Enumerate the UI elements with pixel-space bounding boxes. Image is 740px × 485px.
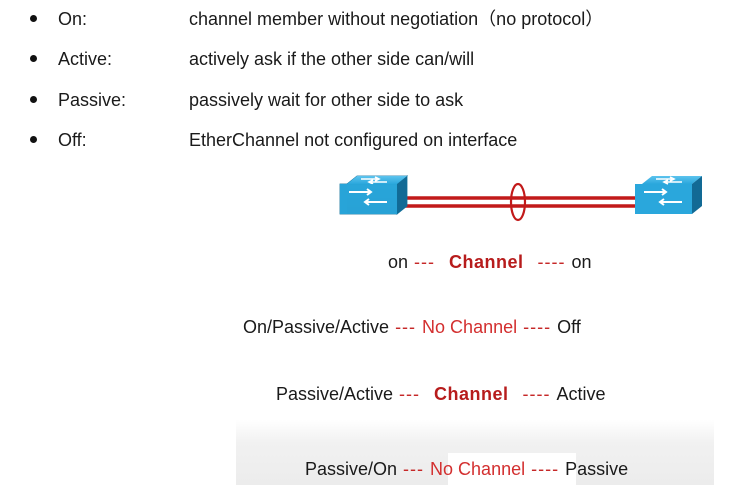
left-mode: On/Passive/Active <box>243 317 390 337</box>
list-item-active: Active: actively ask if the other side c… <box>0 47 740 71</box>
separator-left: --- <box>389 317 423 337</box>
bullet-icon <box>30 136 37 143</box>
left-mode: Passive/On <box>305 459 398 479</box>
right-mode: Off <box>557 317 581 337</box>
mode-row-on-on: on --- Channel ---- on <box>388 249 592 275</box>
separator-right: ---- <box>516 384 557 404</box>
mode-row-any-off: On/Passive/Active --- No Channel ---- Of… <box>243 314 581 340</box>
list-item-on: On: channel member without negotiation（n… <box>0 7 740 31</box>
separator-right: ---- <box>531 252 572 272</box>
separator-left: --- <box>397 459 431 479</box>
bullet-icon <box>30 96 37 103</box>
etherchannel-links <box>400 196 635 208</box>
result-label: No Channel <box>422 317 518 337</box>
switch-right-icon <box>635 176 702 214</box>
right-mode: on <box>571 252 592 272</box>
bundle-ring-icon <box>509 182 527 222</box>
mode-term: Passive: <box>58 90 127 110</box>
left-mode: on <box>388 252 409 272</box>
left-mode: Passive/Active <box>276 384 394 404</box>
mode-term: Off: <box>58 130 87 150</box>
mode-description: channel member without negotiation（no pr… <box>189 9 604 29</box>
switch-left-icon <box>339 175 409 215</box>
bullet-icon <box>30 15 37 22</box>
separator-left: --- <box>393 384 427 404</box>
result-label: Channel <box>449 252 524 272</box>
mode-term: Active: <box>58 49 113 69</box>
bullet-icon <box>30 55 37 62</box>
mode-description: passively wait for other side to ask <box>189 90 464 110</box>
right-mode: Active <box>556 384 606 404</box>
result-label: No Channel <box>430 459 526 479</box>
result-label: Channel <box>434 384 509 404</box>
mode-description: EtherChannel not configured on interface <box>189 130 518 150</box>
right-mode: Passive <box>565 459 629 479</box>
mode-row-passive-passive: Passive/On --- No Channel ---- Passive <box>305 456 628 482</box>
mode-row-passive-active: Passive/Active --- Channel ---- Active <box>276 381 606 407</box>
separator-right: ---- <box>517 317 558 337</box>
mode-term: On: <box>58 9 88 29</box>
separator-left: --- <box>408 252 442 272</box>
separator-right: ---- <box>525 459 566 479</box>
list-item-passive: Passive: passively wait for other side t… <box>0 88 740 112</box>
mode-description: actively ask if the other side can/will <box>189 49 475 69</box>
etherchannel-diagram <box>339 175 702 222</box>
list-item-off: Off: EtherChannel not configured on inte… <box>0 128 740 152</box>
